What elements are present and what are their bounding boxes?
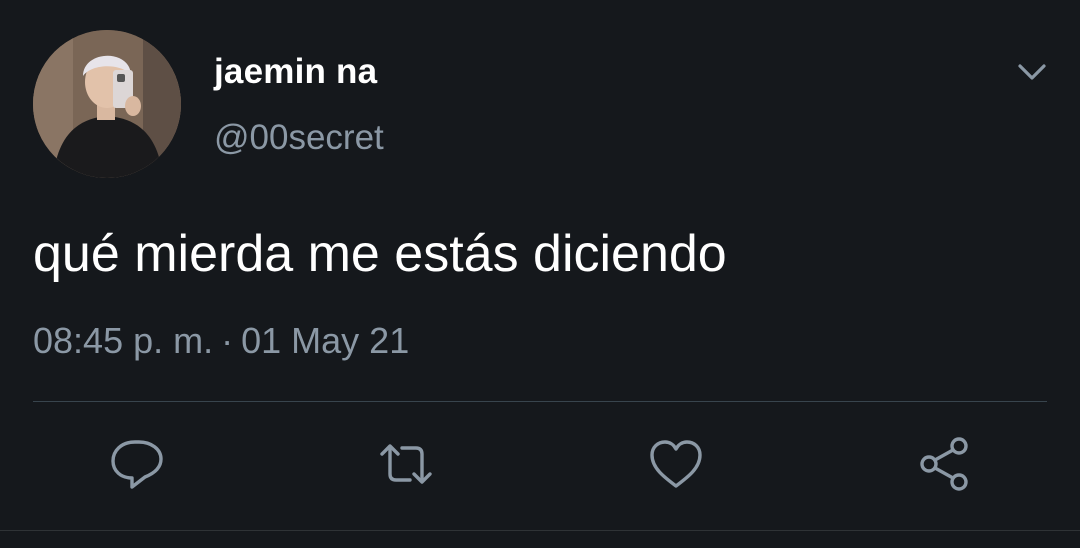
display-name[interactable]: jaemin na	[214, 52, 377, 92]
tweet-time: 08:45 p. m.	[33, 320, 214, 361]
heart-icon	[650, 440, 702, 488]
tweet-card: jaemin na @00secret qué mierda me estás …	[0, 0, 1080, 548]
reply-icon	[111, 440, 163, 489]
action-bar	[0, 432, 1080, 496]
like-button[interactable]	[644, 432, 708, 496]
user-handle[interactable]: @00secret	[214, 118, 384, 158]
retweet-button[interactable]	[374, 432, 438, 496]
bottom-divider	[0, 530, 1080, 531]
chevron-down-icon[interactable]	[1012, 52, 1052, 92]
meta-separator: ·	[221, 320, 234, 361]
tweet-date: 01 May 21	[241, 320, 410, 361]
tweet-timestamp[interactable]: 08:45 p. m. · 01 May 21	[33, 320, 409, 362]
share-icon	[920, 437, 968, 491]
avatar[interactable]	[33, 30, 181, 178]
share-button[interactable]	[913, 432, 977, 496]
divider	[33, 401, 1047, 402]
retweet-icon	[380, 444, 432, 484]
reply-button[interactable]	[105, 432, 169, 496]
avatar-image	[33, 30, 181, 178]
tweet-text: qué mierda me estás diciendo	[33, 225, 727, 283]
